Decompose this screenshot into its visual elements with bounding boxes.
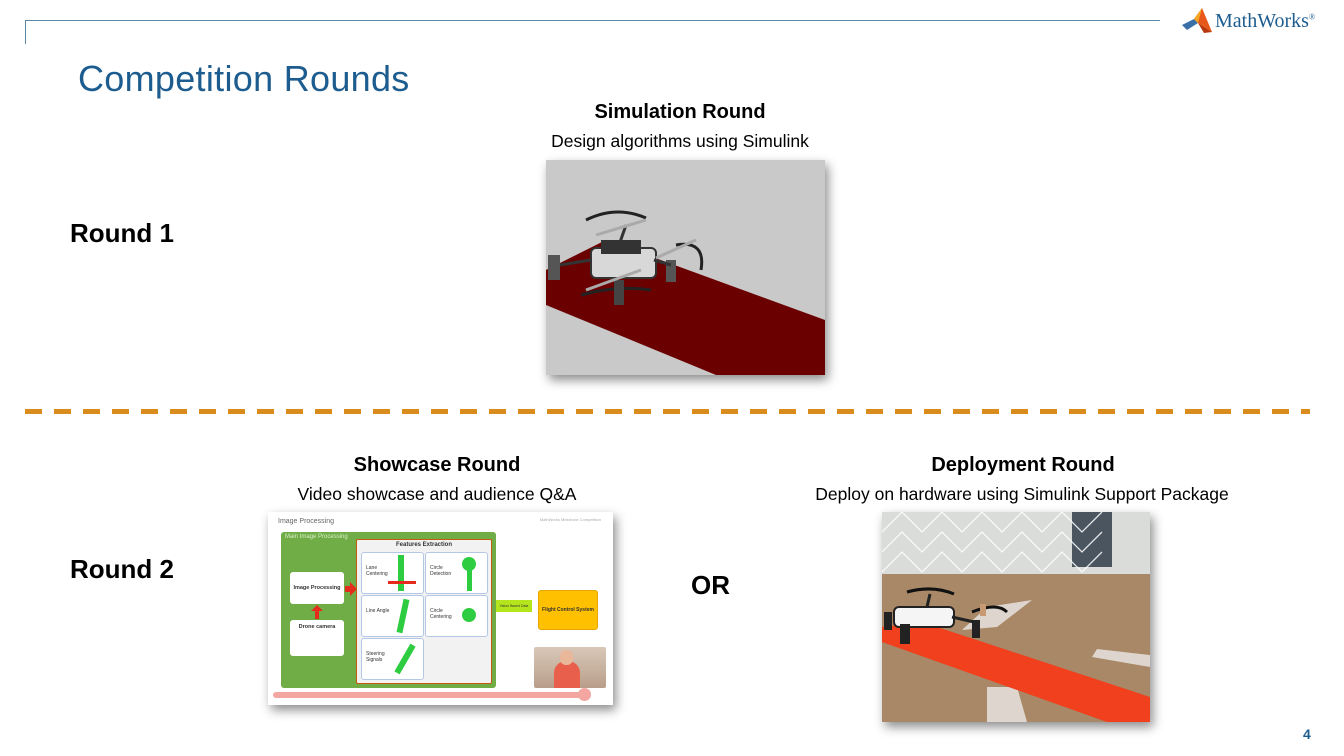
page-number: 4 bbox=[1303, 726, 1311, 742]
logo-text: MathWorks bbox=[1215, 9, 1309, 32]
header-rule-tick bbox=[25, 20, 26, 44]
showcase-subtitle: Video showcase and audience Q&A bbox=[297, 484, 577, 504]
or-separator: OR bbox=[691, 570, 730, 600]
mathworks-logo: MathWorks® bbox=[1182, 8, 1315, 34]
header-rule bbox=[25, 20, 1160, 21]
page-title: Competition Rounds bbox=[78, 58, 410, 99]
feature-label: Steering Signals bbox=[366, 651, 385, 663]
round1-label: Round 1 bbox=[70, 218, 174, 248]
presenter-body bbox=[554, 661, 580, 688]
simulation-heading: Simulation Round bbox=[594, 101, 766, 123]
deployment-heading: Deployment Round bbox=[931, 454, 1115, 476]
main-image-processing-label: Main Image Processing bbox=[285, 534, 348, 540]
vision-based-data-arrow: Vision Based Data bbox=[496, 600, 532, 612]
image-processing-box: Image Processing bbox=[290, 572, 344, 604]
feature-line-angle: Line Angle bbox=[361, 595, 424, 637]
slide-credit: MathWorks Minidrone Competition bbox=[539, 517, 601, 522]
deployment-image bbox=[882, 512, 1150, 722]
round2-label: Round 2 bbox=[70, 554, 174, 584]
simulation-subtitle: Design algorithms using Simulink bbox=[551, 131, 809, 151]
deployment-subtitle: Deploy on hardware using Simulink Suppor… bbox=[815, 484, 1229, 504]
feature-circle-centering: Circle Centering bbox=[425, 595, 488, 637]
feature-label: Circle Detection bbox=[430, 565, 452, 577]
feature-lane-centering: Lane Centering bbox=[361, 552, 424, 594]
feature-circle-detection: Circle Detection bbox=[425, 552, 488, 594]
features-extraction-panel: Features Extraction Lane Centering Circl… bbox=[356, 539, 492, 684]
membrane-icon bbox=[1182, 8, 1212, 33]
round-divider bbox=[25, 409, 1310, 414]
video-progress-bar bbox=[273, 692, 583, 698]
feature-label: Line Angle bbox=[366, 608, 390, 614]
video-progress-handle bbox=[578, 688, 591, 701]
slide-title: Image Processing bbox=[278, 518, 335, 525]
showcase-heading: Showcase Round bbox=[353, 454, 521, 476]
flight-control-box: Flight Control System bbox=[538, 590, 598, 630]
presenter-webcam bbox=[534, 647, 606, 688]
feature-label: Circle Centering bbox=[430, 608, 452, 620]
presenter-head bbox=[560, 650, 573, 665]
features-title: Features Extraction bbox=[395, 542, 453, 548]
feature-steering-signals: Steering Signals bbox=[361, 638, 424, 680]
up-arrow-icon bbox=[311, 605, 323, 619]
logo-reg: ® bbox=[1308, 11, 1316, 21]
drone-camera-box: Drone camera bbox=[290, 620, 344, 656]
showcase-slide-image: Image Processing MathWorks Minidrone Com… bbox=[268, 512, 613, 705]
simulation-image bbox=[546, 160, 825, 375]
feature-label: Lane Centering bbox=[366, 565, 388, 577]
